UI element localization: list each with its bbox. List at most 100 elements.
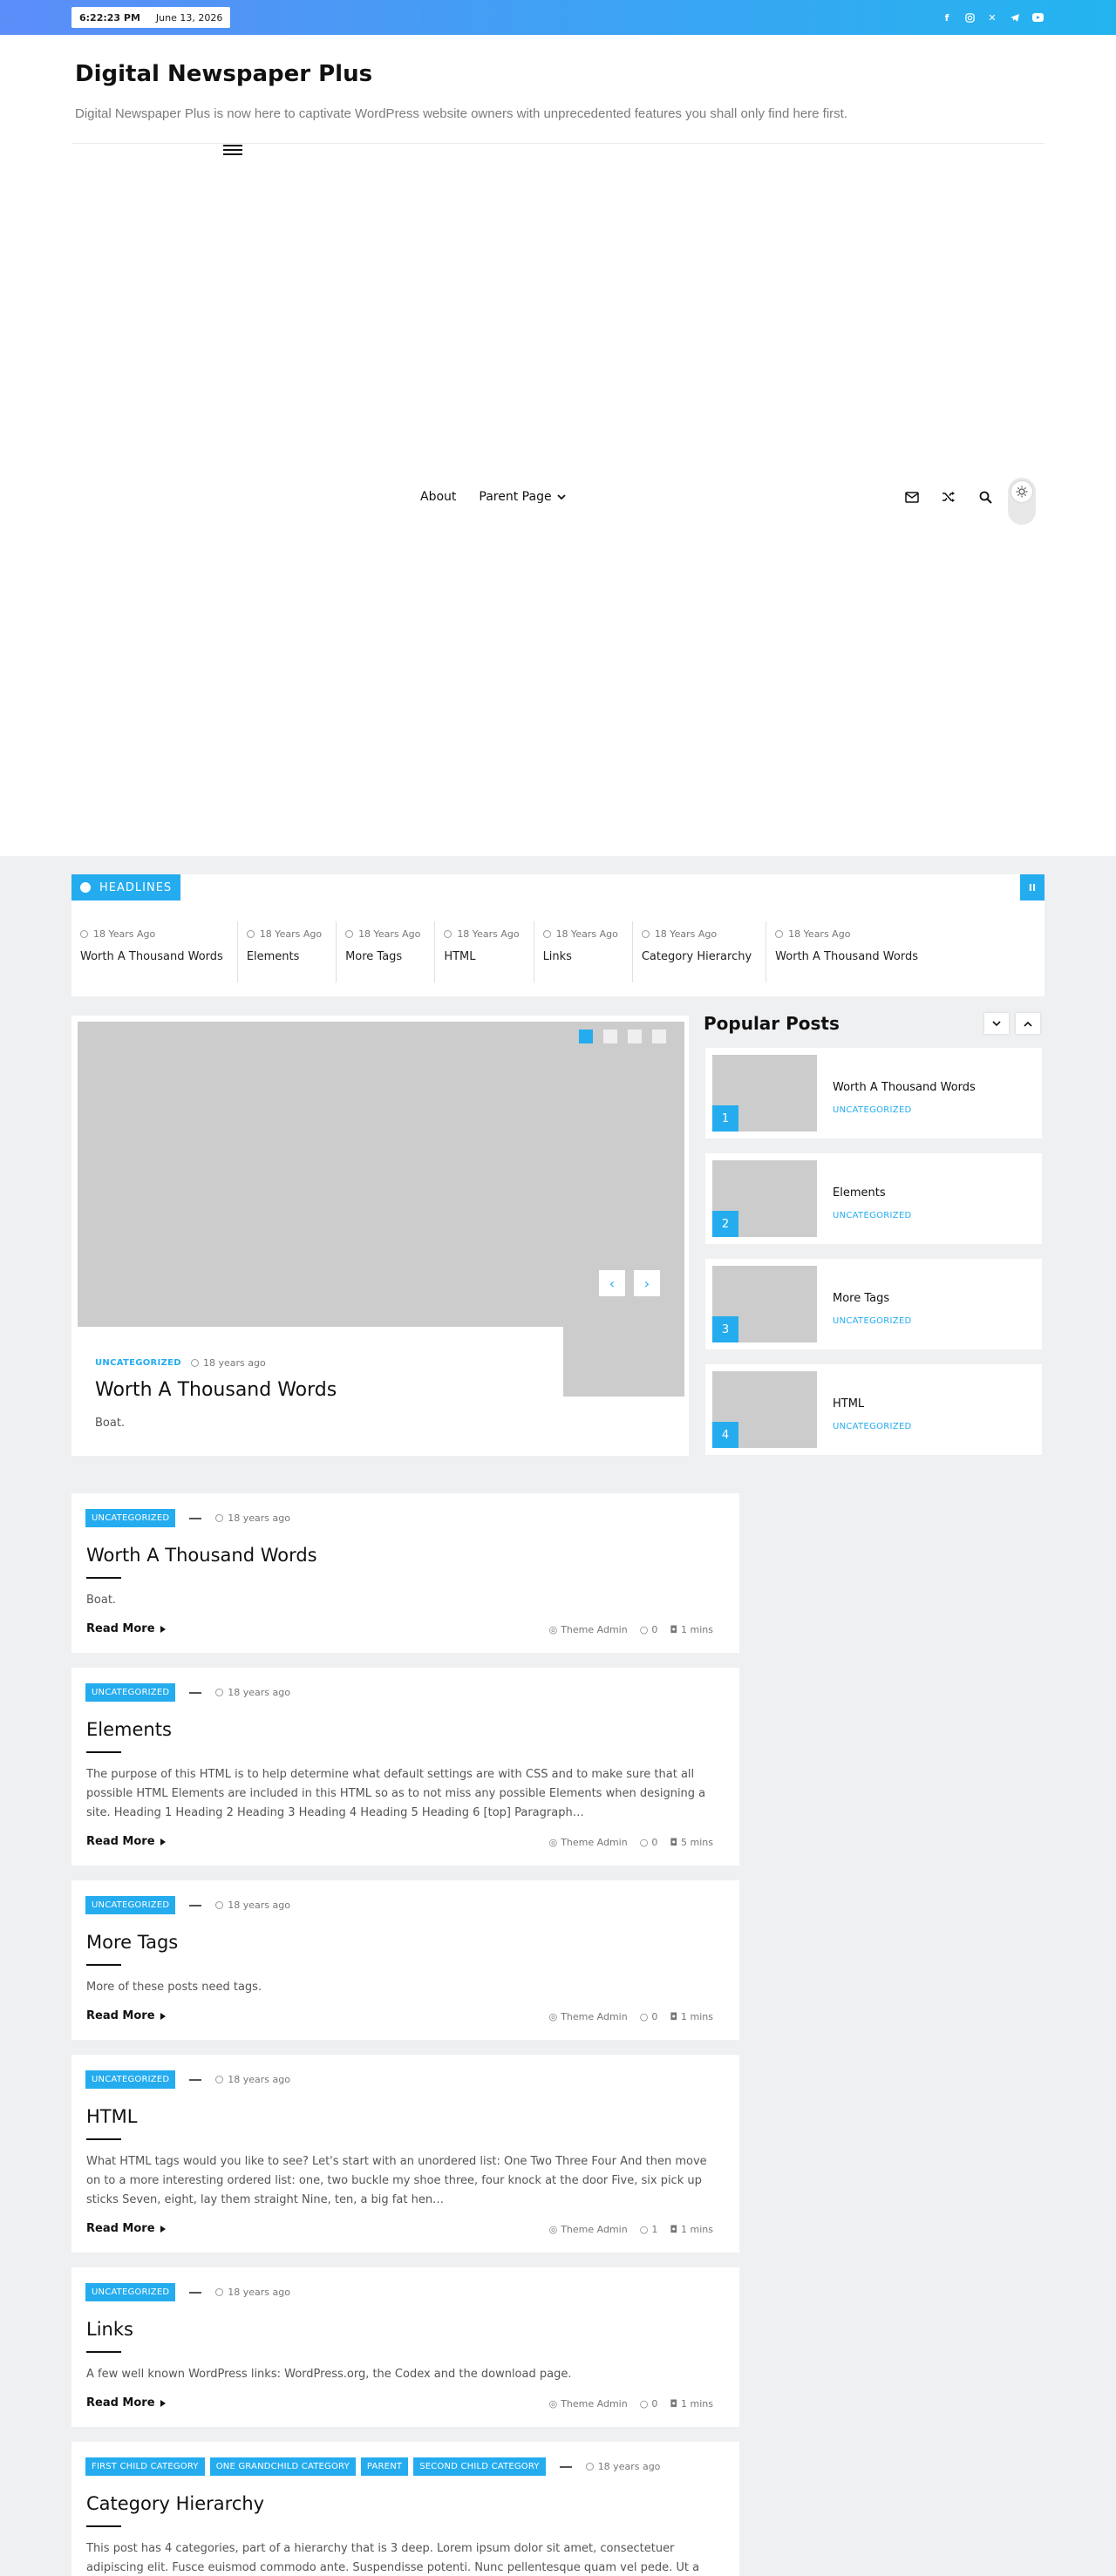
author[interactable]: ◎ Theme Admin — [549, 1624, 628, 1635]
post-date-text: 18 years ago — [228, 2287, 290, 2298]
post-title[interactable]: Worth A Thousand Words — [86, 1545, 317, 1566]
pause-icon[interactable]: II — [1020, 874, 1045, 901]
ticker-item[interactable]: 18 Years Ago Links — [534, 921, 633, 982]
user-icon: ◎ — [548, 2398, 558, 2409]
slider-dot[interactable] — [652, 1030, 666, 1043]
ticker-item[interactable]: 18 Years Ago Elements — [238, 921, 337, 982]
popular-arrows — [984, 1013, 1040, 1034]
site-title[interactable]: Digital Newspaper Plus — [75, 61, 372, 87]
telegram-icon[interactable] — [1008, 9, 1022, 26]
ticker-item[interactable]: 18 Years Ago HTML — [435, 921, 534, 982]
read-more-link[interactable]: Read More — [86, 2009, 166, 2022]
chevron-up-icon[interactable] — [1016, 1013, 1040, 1034]
post-category[interactable]: ONE GRANDCHILD CATEGORY — [209, 2457, 356, 2476]
read-more-link[interactable]: Read More — [86, 2396, 166, 2409]
instagram-icon[interactable] — [963, 9, 976, 26]
post-category[interactable]: UNCATEGORIZED — [85, 2070, 176, 2089]
random-post-icon[interactable] — [940, 488, 957, 506]
ticker-item[interactable]: 18 Years Ago Category Hierarchy — [633, 921, 767, 982]
clock-icon — [585, 2463, 594, 2471]
post-title[interactable]: Links — [86, 2319, 133, 2340]
clock-icon — [215, 1514, 224, 1522]
site-header — [0, 35, 1116, 856]
popular-item[interactable]: 4 HTML UNCATEGORIZED — [705, 1364, 1042, 1455]
post-category[interactable]: SECOND CHILD CATEGORY — [413, 2457, 546, 2476]
facebook-icon[interactable]: f — [940, 9, 954, 26]
slide-title[interactable]: Worth A Thousand Words — [95, 1379, 337, 1401]
slider-dot[interactable] — [628, 1030, 642, 1043]
caret-right-icon — [160, 2012, 166, 2020]
author[interactable]: ◎ Theme Admin — [549, 1837, 628, 1848]
post-date-text: 18 years ago — [597, 2461, 661, 2472]
comment-count: 0 — [651, 2398, 658, 2409]
post-title[interactable]: Category Hierarchy — [86, 2493, 264, 2514]
post-stats: ◎ Theme Admin ○ 0 ◘ 1 mins — [549, 2011, 713, 2022]
youtube-icon[interactable] — [1031, 9, 1045, 26]
author[interactable]: ◎ Theme Admin — [549, 2011, 628, 2022]
post-category[interactable]: FIRST CHILD CATEGORY — [85, 2457, 205, 2476]
post-category[interactable]: UNCATEGORIZED — [85, 2283, 176, 2301]
current-time: 6:22:23 PM — [79, 11, 140, 24]
comments[interactable]: ○ 1 — [640, 2224, 658, 2235]
ticker-title: Links — [542, 950, 572, 963]
slider-arrows: ‹ › — [599, 1270, 660, 1296]
title-underline — [86, 1577, 121, 1579]
post-category[interactable]: PARENT — [360, 2457, 409, 2476]
post-date-text: 18 years ago — [228, 2074, 290, 2085]
slide-category[interactable]: UNCATEGORIZED — [95, 1358, 181, 1368]
current-date: June 13, 2026 — [155, 11, 223, 24]
post-title[interactable]: Elements — [86, 1719, 172, 1740]
comments[interactable]: ○ 0 — [640, 1624, 658, 1635]
nav-item-about[interactable]: About — [420, 490, 456, 504]
post-category[interactable]: UNCATEGORIZED — [85, 1683, 176, 1702]
nav-item-parent-page[interactable]: Parent Page — [479, 490, 566, 504]
ticker-item[interactable]: 18 Years Ago Worth A Thousand Words — [766, 921, 932, 982]
post-title[interactable]: More Tags — [86, 1932, 178, 1953]
ticker-item[interactable]: 18 Years Ago Worth A Thousand Words — [71, 921, 238, 982]
comments[interactable]: ○ 0 — [640, 2398, 658, 2409]
read-more-label: Read More — [86, 2222, 155, 2235]
post-title[interactable]: HTML — [86, 2106, 137, 2127]
chevron-right-icon[interactable]: › — [634, 1270, 660, 1296]
hamburger-menu-icon[interactable] — [223, 142, 242, 160]
popular-title: HTML — [833, 1397, 865, 1410]
read-more-link[interactable]: Read More — [86, 2222, 166, 2235]
chevron-left-icon[interactable]: ‹ — [599, 1270, 625, 1296]
newsletter-icon[interactable] — [903, 488, 921, 506]
post-category[interactable]: UNCATEGORIZED — [85, 1509, 176, 1527]
ticker-date: 18 Years Ago — [555, 928, 618, 940]
caret-right-icon — [160, 2399, 166, 2407]
datetime-box: 6:22:23 PM June 13, 2026 — [71, 7, 231, 28]
slide-image[interactable] — [78, 1022, 684, 1327]
read-more-link[interactable]: Read More — [86, 1622, 166, 1635]
slider-dot[interactable] — [579, 1030, 593, 1043]
search-icon[interactable] — [976, 488, 994, 506]
popular-posts: Popular Posts 1 Worth A Thousand Words UNC… — [704, 1011, 1044, 1456]
popular-item[interactable]: 3 More Tags UNCATEGORIZED — [705, 1259, 1042, 1349]
read-more-link[interactable]: Read More — [86, 1835, 166, 1848]
user-icon: ◎ — [548, 1837, 558, 1848]
x-icon[interactable]: ✕ — [985, 9, 999, 26]
ticker-date: 18 Years Ago — [358, 928, 421, 940]
dark-mode-toggle[interactable] — [1008, 478, 1036, 525]
post-category[interactable]: UNCATEGORIZED — [85, 1896, 176, 1914]
popular-heading: Popular Posts — [704, 1013, 840, 1034]
post-stats: ◎ Theme Admin ○ 0 ◘ 1 mins — [549, 2398, 713, 2409]
ticker-item[interactable]: 18 Years Ago More Tags — [337, 921, 436, 982]
popular-item[interactable]: 2 Elements UNCATEGORIZED — [705, 1153, 1042, 1244]
popular-title: Worth A Thousand Words — [833, 1081, 976, 1094]
author[interactable]: ◎ Theme Admin — [549, 2398, 628, 2409]
chevron-down-icon[interactable] — [984, 1013, 1009, 1034]
slider-dot[interactable] — [603, 1030, 617, 1043]
read-time: ◘ 1 mins — [670, 2011, 713, 2022]
clock-icon — [191, 1359, 199, 1367]
read-time-text: 1 mins — [681, 2224, 713, 2235]
comments[interactable]: ○ 0 — [640, 2011, 658, 2022]
post-excerpt: The purpose of this HTML is to help dete… — [86, 1768, 706, 1819]
popular-item[interactable]: 1 Worth A Thousand Words UNCATEGORIZED — [705, 1048, 1042, 1138]
comments[interactable]: ○ 0 — [640, 1837, 658, 1848]
featured-slider: ‹ › UNCATEGORIZED 18 years ago Worth A T… — [71, 1016, 689, 1456]
author[interactable]: ◎ Theme Admin — [549, 2224, 628, 2235]
post-excerpt: Boat. — [86, 1594, 117, 1607]
headlines-ticker: HEADLINES II 18 Years Ago Worth A Thousan… — [71, 874, 1045, 996]
